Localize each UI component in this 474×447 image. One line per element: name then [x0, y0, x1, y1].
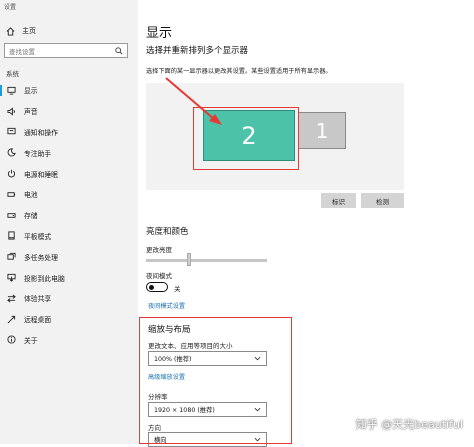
annotation-arrow [165, 77, 222, 125]
watermark-text: 知乎 @天光beautiful [355, 418, 463, 431]
